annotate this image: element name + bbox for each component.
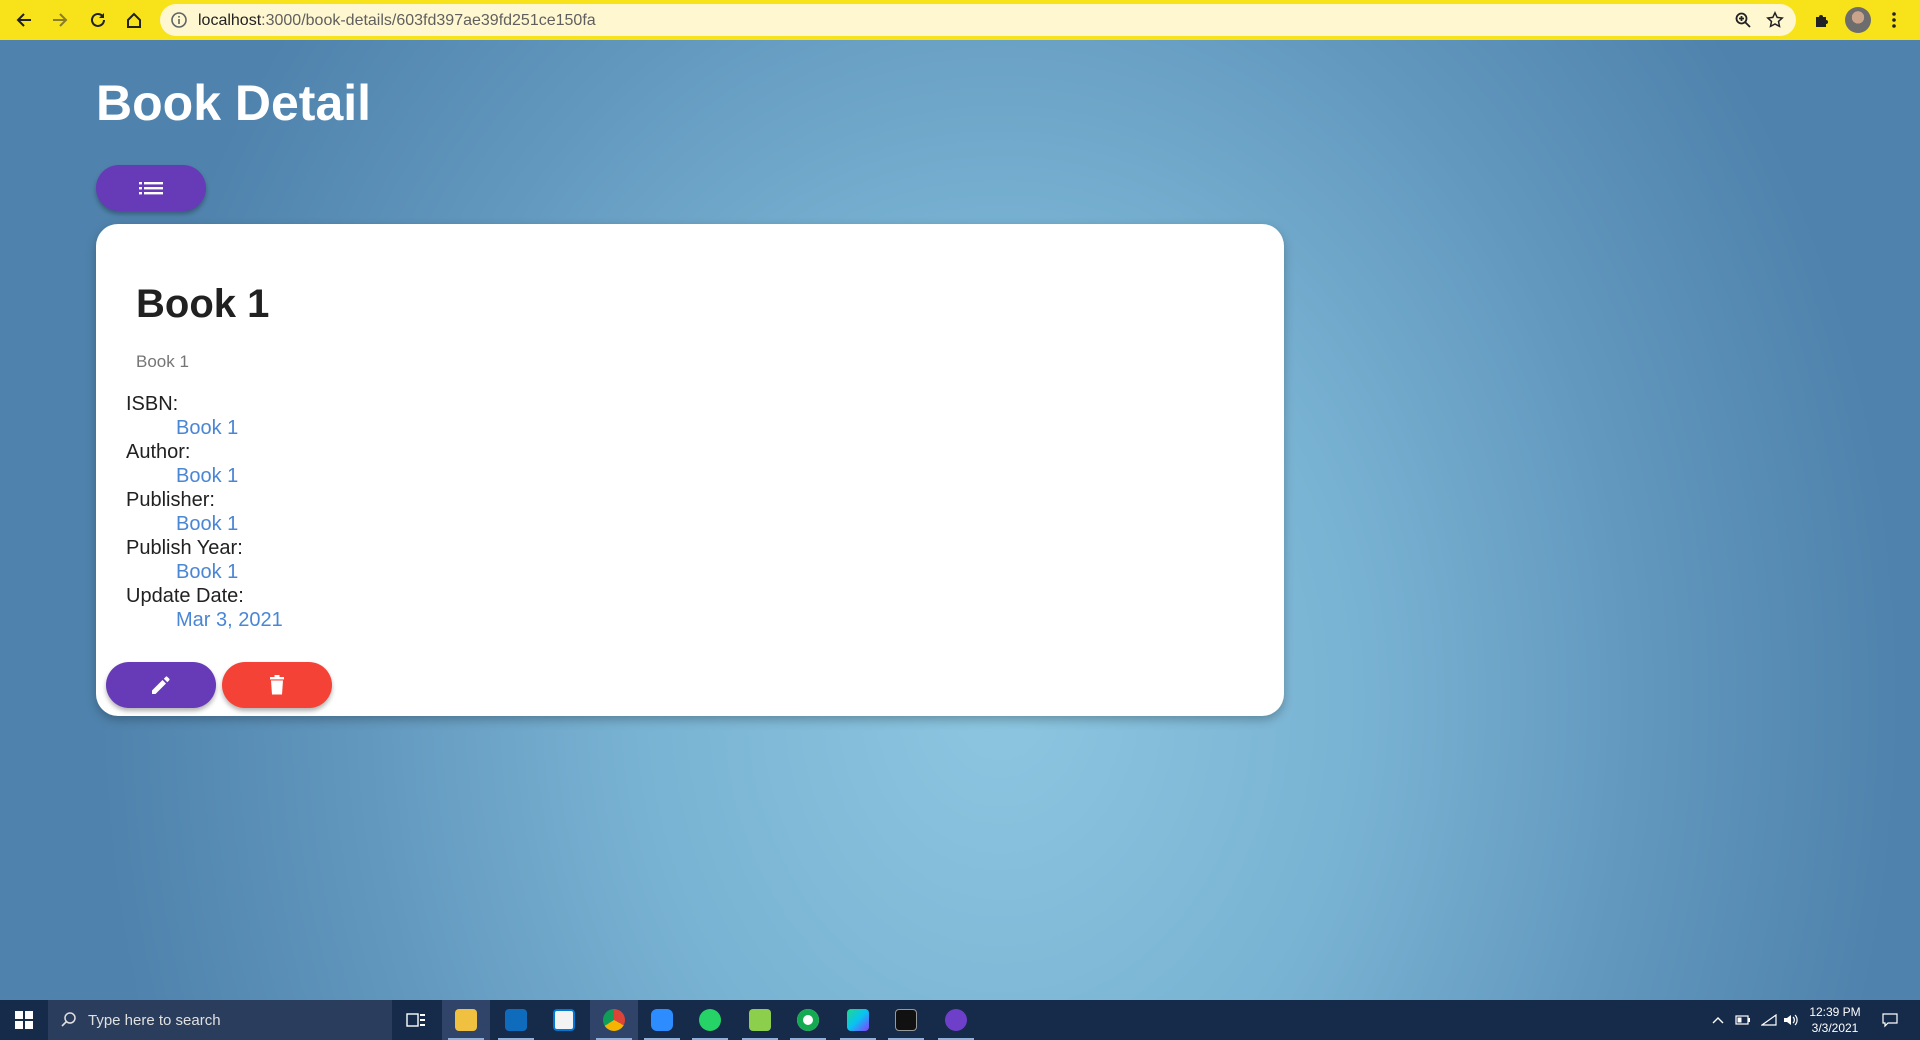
zoom-app-icon[interactable] xyxy=(638,1000,686,1040)
terminal-icon[interactable] xyxy=(882,1000,930,1040)
book-detail-card: Book 1 Book 1 ISBN: Book 1 Author: Book … xyxy=(96,224,1284,716)
taskbar-search-box[interactable]: Type here to search xyxy=(48,1000,392,1040)
url-text[interactable]: localhost:3000/book-details/603fd397ae39… xyxy=(198,12,596,30)
notepad-plus-icon[interactable] xyxy=(736,1000,784,1040)
wifi-icon[interactable] xyxy=(1758,1000,1780,1040)
whatsapp-icon[interactable] xyxy=(686,1000,734,1040)
clock-time: 12:39 PM xyxy=(1809,1005,1861,1019)
author-label: Author: xyxy=(126,441,191,463)
windows-logo-icon xyxy=(15,1011,33,1029)
zoom-icon[interactable] xyxy=(1734,11,1752,34)
info-icon[interactable] xyxy=(170,11,188,29)
publish-year-label: Publish Year: xyxy=(126,537,243,559)
url-host: localhost xyxy=(198,12,262,29)
menu-kebab-icon[interactable] xyxy=(1880,6,1908,34)
search-placeholder: Type here to search xyxy=(88,1012,221,1029)
update-date-label: Update Date: xyxy=(126,585,244,607)
publisher-label: Publisher: xyxy=(126,489,215,511)
publish-year-value: Book 1 xyxy=(176,561,239,583)
update-date-value: Mar 3, 2021 xyxy=(176,609,283,631)
github-desktop-icon[interactable] xyxy=(932,1000,980,1040)
page-title: Book Detail xyxy=(96,75,372,131)
list-icon xyxy=(139,182,163,195)
publisher-value: Book 1 xyxy=(176,513,239,535)
extensions-icon[interactable] xyxy=(1808,6,1836,34)
clock-date: 3/3/2021 xyxy=(1811,1021,1859,1035)
taskbar-clock[interactable]: 12:39 PM 3/3/2021 xyxy=(1800,1004,1870,1036)
book-list-button[interactable] xyxy=(96,165,206,211)
chrome-icon[interactable] xyxy=(590,1000,638,1040)
volume-icon[interactable] xyxy=(1780,1000,1802,1040)
isbn-label: ISBN: xyxy=(126,393,179,415)
profile-avatar[interactable] xyxy=(1845,7,1871,33)
start-button[interactable] xyxy=(0,1000,48,1040)
pencil-icon xyxy=(152,676,170,694)
notifications-icon[interactable] xyxy=(1876,1000,1904,1040)
delete-button[interactable] xyxy=(222,662,332,708)
reload-icon[interactable] xyxy=(84,6,112,34)
back-icon[interactable] xyxy=(10,6,38,34)
battery-icon[interactable] xyxy=(1732,1000,1754,1040)
outlook-icon[interactable] xyxy=(492,1000,540,1040)
book-details-list: ISBN: Book 1 Author: Book 1 Publisher: B… xyxy=(126,392,283,632)
forward-icon[interactable] xyxy=(46,6,74,34)
file-explorer-icon[interactable] xyxy=(442,1000,490,1040)
bookmark-star-icon[interactable] xyxy=(1766,11,1784,34)
search-icon xyxy=(61,1012,76,1027)
book-subtitle: Book 1 xyxy=(136,352,189,371)
address-bar[interactable]: localhost:3000/book-details/603fd397ae39… xyxy=(160,4,1796,36)
store-icon[interactable] xyxy=(540,1000,588,1040)
taskbar: Type here to search 12:39 PM 3/3/2021 xyxy=(0,1000,1920,1040)
book-title: Book 1 xyxy=(136,282,270,326)
author-value: Book 1 xyxy=(176,465,239,487)
webstorm-icon[interactable] xyxy=(834,1000,882,1040)
task-view-icon[interactable] xyxy=(392,1000,440,1040)
trash-icon xyxy=(270,675,284,695)
home-icon[interactable] xyxy=(120,6,148,34)
edit-button[interactable] xyxy=(106,662,216,708)
isbn-value: Book 1 xyxy=(176,417,239,439)
browser-toolbar: localhost:3000/book-details/603fd397ae39… xyxy=(0,0,1920,40)
mongodb-compass-icon[interactable] xyxy=(784,1000,832,1040)
tray-chevron-icon[interactable] xyxy=(1708,1000,1728,1040)
url-path: :3000/book-details/603fd397ae39fd251ce15… xyxy=(261,12,596,29)
